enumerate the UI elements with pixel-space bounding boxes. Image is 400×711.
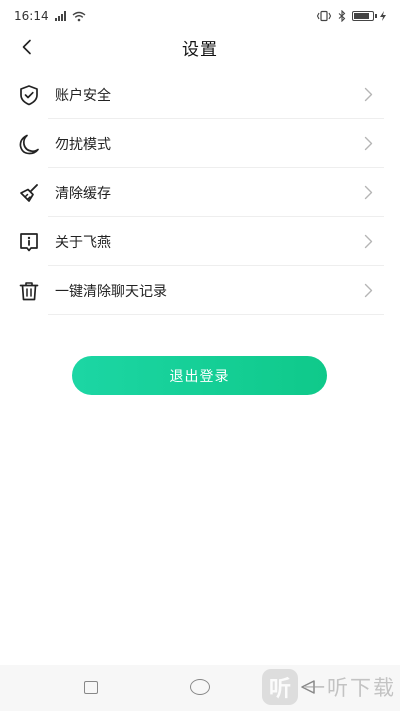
signal-icon [54, 11, 66, 21]
trash-icon [16, 278, 42, 304]
watermark-text: 一听下载 [304, 676, 396, 700]
status-left: 16:14 [14, 9, 86, 23]
settings-item-about[interactable]: 关于飞燕 [0, 217, 400, 266]
settings-item-clear-cache[interactable]: 清除缓存 [0, 168, 400, 217]
settings-item-do-not-disturb[interactable]: 勿扰模式 [0, 119, 400, 168]
chevron-right-icon [360, 283, 376, 299]
settings-item-account-security[interactable]: 账户安全 [0, 70, 400, 119]
watermark: 听 一听下载 [262, 665, 396, 709]
recent-apps-button[interactable] [84, 681, 98, 694]
settings-list: 账户安全 勿扰模式 清除缓存 关于飞燕 一键清除聊天记录 [0, 70, 400, 315]
broom-icon [16, 180, 42, 206]
info-icon [16, 229, 42, 255]
settings-item-label: 账户安全 [55, 87, 111, 104]
battery-icon [352, 11, 377, 21]
chevron-right-icon [360, 136, 376, 152]
settings-item-label: 清除缓存 [55, 185, 111, 202]
settings-item-label: 勿扰模式 [55, 136, 111, 153]
status-time: 16:14 [14, 9, 49, 23]
status-bar: 16:14 [0, 0, 400, 32]
wifi-icon [72, 11, 86, 21]
charging-icon [380, 11, 386, 21]
shield-check-icon [16, 82, 42, 108]
chevron-right-icon [360, 87, 376, 103]
moon-icon [16, 131, 42, 157]
chevron-right-icon [360, 234, 376, 250]
settings-item-label: 关于飞燕 [55, 234, 111, 251]
watermark-logo: 听 [262, 669, 298, 705]
home-button[interactable] [190, 679, 210, 695]
chevron-left-icon [22, 39, 31, 55]
page-title: 设置 [182, 39, 218, 60]
status-right [316, 10, 386, 22]
settings-item-label: 一键清除聊天记录 [55, 283, 167, 300]
nav-bar: 设置 [0, 32, 400, 62]
vibrate-icon [316, 10, 332, 22]
bluetooth-icon [338, 10, 346, 22]
battery-fill [354, 13, 370, 19]
back-button[interactable] [16, 36, 38, 58]
system-nav-bar: 听 一听下载 [0, 665, 400, 711]
logout-button[interactable]: 退出登录 [72, 356, 327, 395]
settings-item-clear-chat-history[interactable]: 一键清除聊天记录 [0, 266, 400, 315]
chevron-right-icon [360, 185, 376, 201]
